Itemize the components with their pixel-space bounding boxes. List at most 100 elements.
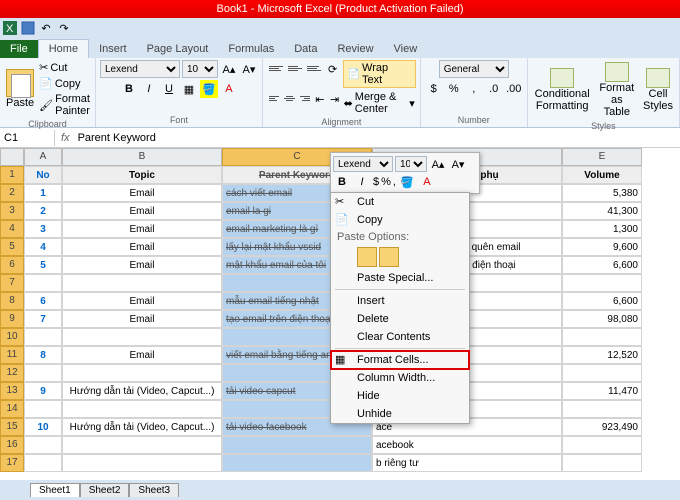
tab-insert[interactable]: Insert xyxy=(89,40,137,58)
format-as-table-button[interactable]: Format as Table xyxy=(595,60,639,120)
percent-button[interactable]: % xyxy=(445,80,463,98)
row-header[interactable]: 2 xyxy=(0,184,24,202)
undo-icon[interactable]: ↶ xyxy=(38,20,54,36)
align-top-button[interactable] xyxy=(267,60,285,76)
align-middle-button[interactable] xyxy=(286,60,304,76)
mini-font-select[interactable]: Lexend xyxy=(333,156,393,172)
fill-color-button[interactable]: 🪣 xyxy=(200,80,218,98)
tab-view[interactable]: View xyxy=(384,40,428,58)
number-format-select[interactable]: General xyxy=(439,60,509,78)
tab-home[interactable]: Home xyxy=(38,39,89,58)
col-header-A[interactable]: A xyxy=(24,148,62,166)
cell[interactable]: 9 xyxy=(24,382,62,400)
cell[interactable] xyxy=(222,454,372,472)
cell[interactable] xyxy=(24,436,62,454)
cell[interactable]: 5,380 xyxy=(562,184,642,202)
cell[interactable] xyxy=(562,364,642,382)
name-box[interactable]: C1 xyxy=(0,130,55,146)
cell[interactable]: 3 xyxy=(24,220,62,238)
cell[interactable]: b riêng tư xyxy=(372,454,562,472)
cell[interactable] xyxy=(24,328,62,346)
row-header[interactable]: 6 xyxy=(0,256,24,274)
cell[interactable]: 2 xyxy=(24,202,62,220)
cell[interactable]: Hướng dẫn tải (Video, Capcut...) xyxy=(62,418,222,436)
dec-decimal-button[interactable]: .00 xyxy=(505,80,523,98)
orientation-button[interactable]: ⟳ xyxy=(324,60,342,78)
cell[interactable]: acebook xyxy=(372,436,562,454)
ctx-hide[interactable]: Hide xyxy=(331,387,469,405)
save-icon[interactable] xyxy=(20,20,36,36)
row-header[interactable]: 13 xyxy=(0,382,24,400)
ctx-insert[interactable]: Insert xyxy=(331,292,469,310)
currency-button[interactable]: $ xyxy=(425,80,443,98)
mini-bold[interactable]: B xyxy=(333,173,351,191)
align-bottom-button[interactable] xyxy=(305,60,323,76)
indent-dec-button[interactable]: ⇤ xyxy=(313,90,327,108)
grow-font-button[interactable]: A▴ xyxy=(220,60,238,78)
ctx-format-cells[interactable]: ▦Format Cells... xyxy=(331,351,469,369)
mini-italic[interactable]: I xyxy=(353,173,371,191)
merge-center-button[interactable]: ⬌ Merge & Center ▾ xyxy=(343,90,416,116)
tab-data[interactable]: Data xyxy=(284,40,327,58)
tab-review[interactable]: Review xyxy=(327,40,383,58)
mini-size-select[interactable]: 10 xyxy=(395,156,427,172)
cell[interactable] xyxy=(562,400,642,418)
cell[interactable]: 6,600 xyxy=(562,256,642,274)
mini-shrink-font[interactable]: A▾ xyxy=(449,155,467,173)
shrink-font-button[interactable]: A▾ xyxy=(240,60,258,78)
row-header[interactable]: 7 xyxy=(0,274,24,292)
cell[interactable] xyxy=(562,436,642,454)
row-header[interactable]: 4 xyxy=(0,220,24,238)
cell[interactable]: Email xyxy=(62,202,222,220)
tab-file[interactable]: File xyxy=(0,40,38,58)
copy-button[interactable]: 📄 Copy xyxy=(38,76,91,91)
underline-button[interactable]: U xyxy=(160,80,178,98)
cell[interactable] xyxy=(24,400,62,418)
cell[interactable] xyxy=(62,454,222,472)
row-header[interactable]: 11 xyxy=(0,346,24,364)
cell[interactable] xyxy=(24,274,62,292)
cell[interactable]: Email xyxy=(62,346,222,364)
ctx-delete[interactable]: Delete xyxy=(331,310,469,328)
fx-icon[interactable]: fx xyxy=(55,132,76,144)
ctx-column-width[interactable]: Column Width... xyxy=(331,369,469,387)
sheet-tab-1[interactable]: Sheet1 xyxy=(30,483,80,497)
col-header-B[interactable]: B xyxy=(62,148,222,166)
cell[interactable]: Email xyxy=(62,184,222,202)
cell[interactable]: 7 xyxy=(24,310,62,328)
cell[interactable] xyxy=(562,454,642,472)
cell[interactable] xyxy=(62,436,222,454)
row-header[interactable]: 15 xyxy=(0,418,24,436)
cell[interactable]: 41,300 xyxy=(562,202,642,220)
cell[interactable]: 9,600 xyxy=(562,238,642,256)
cell[interactable]: Email xyxy=(62,238,222,256)
row-header[interactable]: 8 xyxy=(0,292,24,310)
row-header[interactable]: 12 xyxy=(0,364,24,382)
row-header[interactable]: 14 xyxy=(0,400,24,418)
cell[interactable] xyxy=(562,328,642,346)
cell[interactable]: 923,490 xyxy=(562,418,642,436)
cell[interactable]: 98,080 xyxy=(562,310,642,328)
cell-styles-button[interactable]: Cell Styles xyxy=(641,66,675,114)
row-header[interactable]: 1 xyxy=(0,166,24,184)
cell[interactable]: 6,600 xyxy=(562,292,642,310)
inc-decimal-button[interactable]: .0 xyxy=(485,80,503,98)
cell[interactable] xyxy=(24,364,62,382)
tab-formulas[interactable]: Formulas xyxy=(218,40,284,58)
paste-option-2[interactable] xyxy=(379,247,399,267)
ctx-copy[interactable]: 📄Copy xyxy=(331,211,469,229)
tab-pagelayout[interactable]: Page Layout xyxy=(137,40,219,58)
align-left-button[interactable] xyxy=(267,90,281,106)
cell[interactable] xyxy=(62,364,222,382)
row-header[interactable]: 5 xyxy=(0,238,24,256)
row-header[interactable]: 16 xyxy=(0,436,24,454)
paste-button[interactable]: Paste xyxy=(4,67,36,111)
cell[interactable]: 12,520 xyxy=(562,346,642,364)
mini-percent[interactable]: % xyxy=(381,176,391,188)
mini-dollar[interactable]: $ xyxy=(373,176,379,188)
ctx-unhide[interactable]: Unhide xyxy=(331,405,469,423)
cell[interactable]: Email xyxy=(62,292,222,310)
cell[interactable] xyxy=(24,454,62,472)
row-header[interactable]: 10 xyxy=(0,328,24,346)
sheet-tab-3[interactable]: Sheet3 xyxy=(129,483,179,497)
